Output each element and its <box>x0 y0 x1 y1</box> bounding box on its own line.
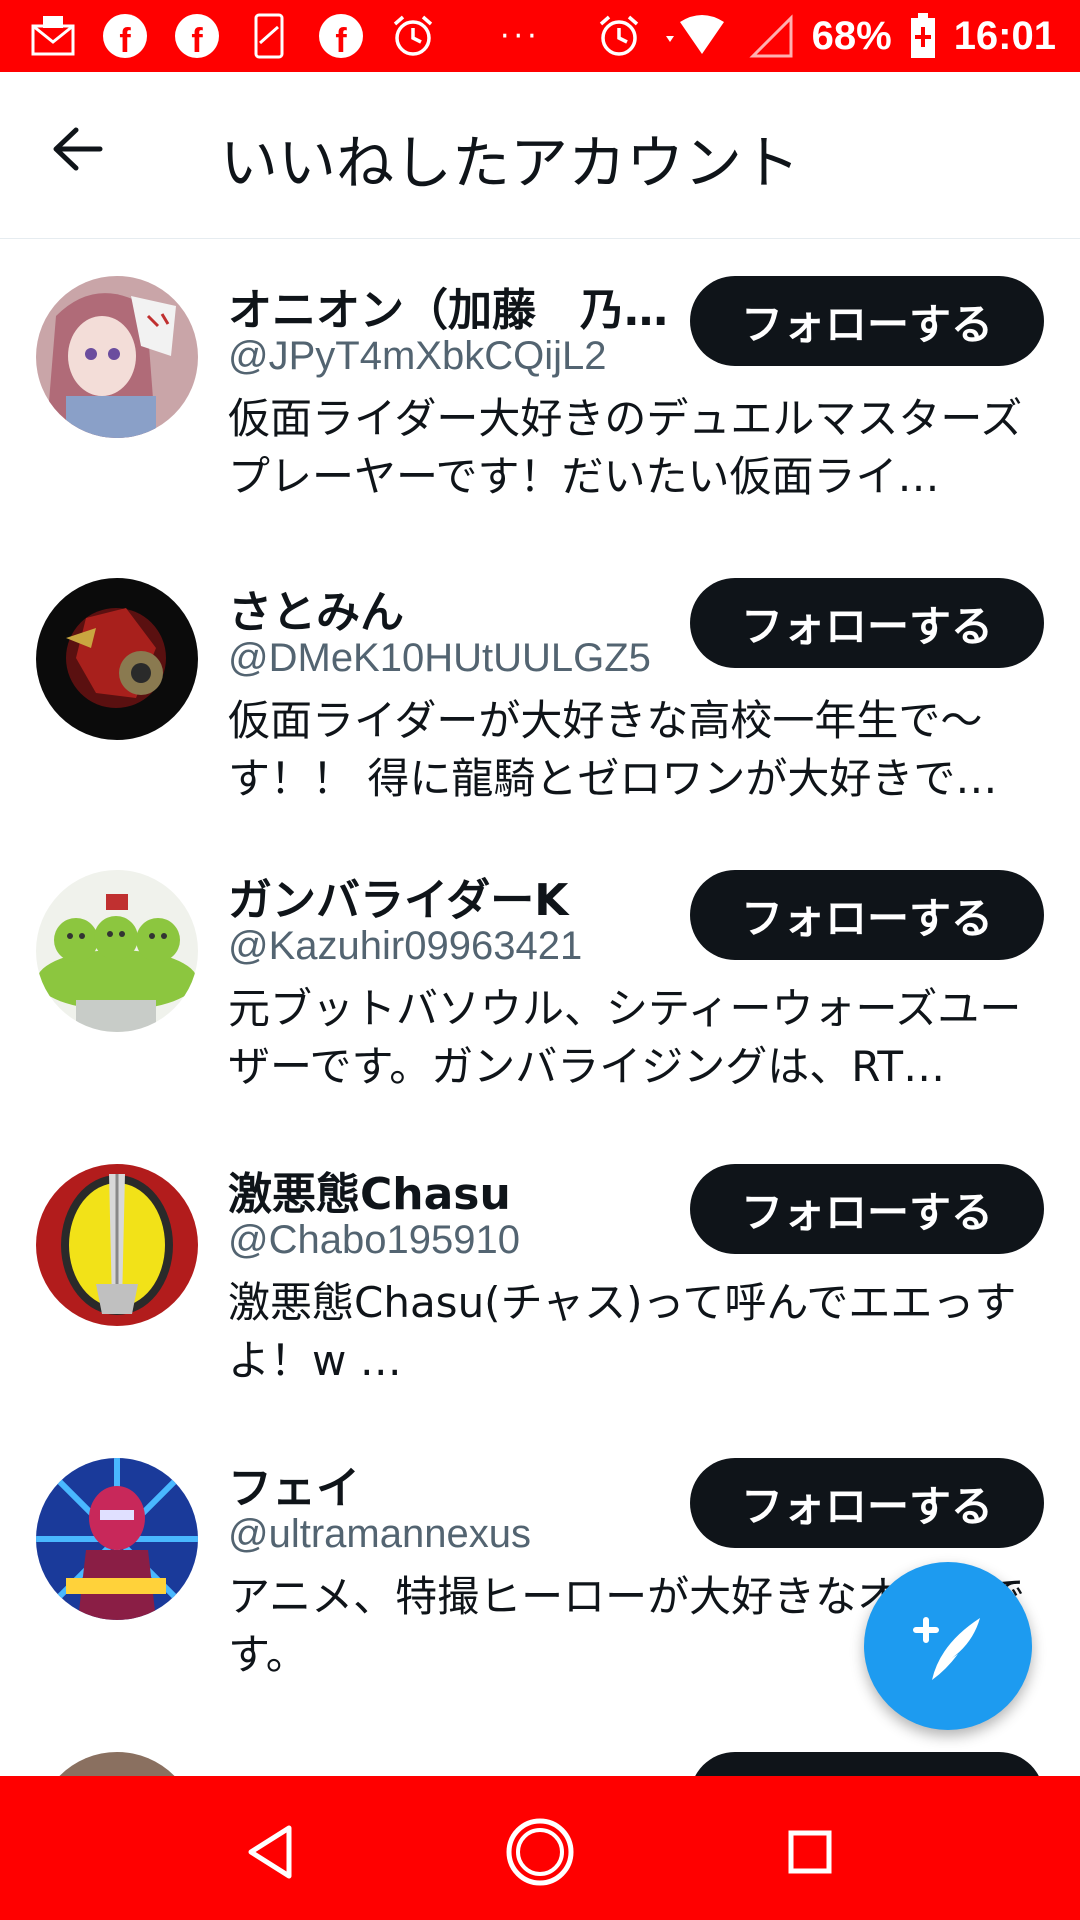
list-item[interactable]: さとみん @DMeK10HUtUULGZ5 仮面ライダーが大好きな高校一年生で〜… <box>0 540 1080 836</box>
user-handle: @JPyT4mXbkCQijL2 <box>228 334 607 378</box>
avatar[interactable] <box>36 870 198 1032</box>
notification-icons: f f f ··· <box>28 0 541 72</box>
alarm-icon <box>594 11 644 61</box>
compose-tweet-icon <box>913 1617 980 1680</box>
clock: 16:01 <box>953 13 1056 58</box>
list-item[interactable] <box>0 1716 1080 1776</box>
battery-icon <box>908 11 938 61</box>
user-name: さとみん <box>228 587 404 638</box>
signal-icon <box>746 11 796 61</box>
arrow-left-icon <box>53 127 103 171</box>
follow-button[interactable]: フォローする <box>690 1458 1044 1548</box>
status-bar: f f f ··· 68% 16:01 <box>0 0 1080 72</box>
facebook-icon: f <box>172 11 222 61</box>
follow-button[interactable] <box>690 1752 1044 1776</box>
facebook-icon: f <box>100 11 150 61</box>
mail-icon <box>28 11 78 61</box>
nav-back-icon <box>248 1825 292 1879</box>
app-header: いいねしたアカウント <box>0 72 1080 239</box>
avatar[interactable] <box>36 1752 198 1776</box>
user-bio: 仮面ライダーが大好きな高校一年生で〜す！！ 得に龍騎とゼロワンが大好きで… <box>228 696 998 803</box>
nav-recents-button[interactable] <box>770 1812 850 1892</box>
follow-button[interactable]: フォローする <box>690 578 1044 668</box>
follow-button[interactable]: フォローする <box>690 276 1044 366</box>
nav-home-icon <box>506 1818 574 1886</box>
nav-home-button[interactable] <box>500 1812 580 1892</box>
user-handle: @ultramannexus <box>228 1512 531 1556</box>
avatar[interactable] <box>36 1458 198 1620</box>
user-name: オニオン（加藤 乃… <box>228 285 668 336</box>
compose-tweet-button[interactable] <box>864 1562 1032 1730</box>
system-navigation-bar <box>0 1776 1080 1920</box>
user-handle: @Kazuhir09963421 <box>228 924 583 968</box>
avatar[interactable] <box>36 276 198 438</box>
user-handle: @DMeK10HUtUULGZ5 <box>228 636 651 680</box>
user-name: ガンバライダーK <box>228 875 569 926</box>
user-bio: 元ブットバソウル、シティーウォーズユーザーです。ガンバライジングは、RT… <box>228 984 1022 1091</box>
follow-button[interactable]: フォローする <box>690 870 1044 960</box>
phone-icon <box>244 11 294 61</box>
follow-button[interactable]: フォローする <box>690 1164 1044 1254</box>
nav-recents-icon <box>788 1830 832 1874</box>
nav-back-button[interactable] <box>230 1812 310 1892</box>
user-name: 激悪態Chasu <box>228 1169 511 1220</box>
system-icons: 68% 16:01 <box>594 0 1056 72</box>
user-bio: 激悪態Chasu(チャス)って呼んでエエっすよ！w … <box>228 1278 1017 1385</box>
list-item[interactable]: 激悪態Chasu @Chabo195910 激悪態Chasu(チャス)って呼んで… <box>0 1128 1080 1424</box>
page-title: いいねしたアカウント <box>220 129 801 197</box>
back-button[interactable] <box>50 124 120 184</box>
user-name: フェイ <box>228 1463 360 1514</box>
user-bio: 仮面ライダー大好きのデュエルマスターズプレーヤーです！だいたい仮面ライ… <box>228 394 1023 501</box>
list-item[interactable]: ガンバライダーK @Kazuhir09963421 元ブットバソウル、シティーウ… <box>0 834 1080 1130</box>
user-handle: @Chabo195910 <box>228 1218 520 1262</box>
wifi-icon <box>660 11 730 61</box>
list-item[interactable]: オニオン（加藤 乃… @JPyT4mXbkCQijL2 仮面ライダー大好きのデュ… <box>0 238 1080 534</box>
facebook-icon: f <box>316 11 366 61</box>
battery-percentage: 68% <box>811 13 892 58</box>
more-notifications-indicator: ··· <box>500 18 541 54</box>
avatar[interactable] <box>36 1164 198 1326</box>
avatar[interactable] <box>36 578 198 740</box>
alarm-icon <box>388 11 438 61</box>
